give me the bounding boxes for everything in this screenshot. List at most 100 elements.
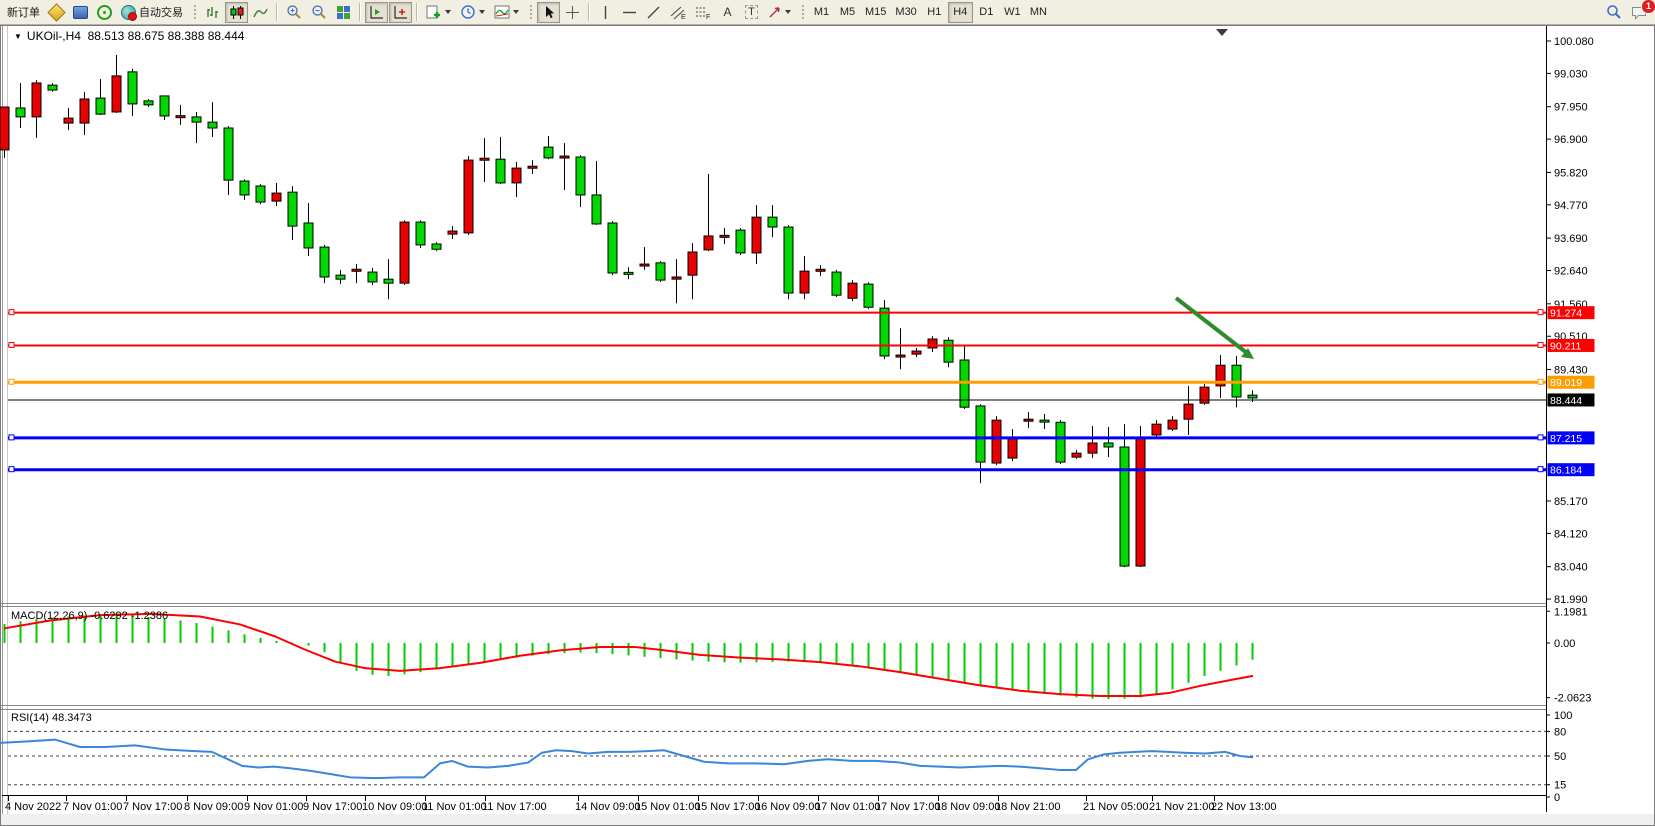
fibonacci-tool-button[interactable]: F bbox=[691, 2, 715, 23]
candle-body bbox=[656, 263, 665, 280]
new-order-label: 新订单 bbox=[7, 4, 40, 20]
candle-body bbox=[688, 252, 697, 275]
chevron-down-icon bbox=[445, 10, 451, 14]
vertical-line-tool-button[interactable] bbox=[594, 2, 617, 23]
candle-body bbox=[1152, 424, 1161, 435]
macd-tick-label: 1.1981 bbox=[1554, 606, 1588, 618]
zoom-in-button[interactable] bbox=[282, 2, 306, 23]
level-anchor-square[interactable] bbox=[9, 342, 14, 347]
chevron-down-icon bbox=[479, 10, 485, 14]
bar-chart-mode-button[interactable] bbox=[201, 2, 224, 23]
zoom-out-icon bbox=[311, 4, 327, 20]
text-label-tool-button[interactable]: T bbox=[740, 2, 763, 23]
new-order-button[interactable]: 新订单 bbox=[3, 2, 44, 23]
time-axis-label: 16 Nov 09:00 bbox=[755, 801, 820, 813]
chart-window: 100.08099.03097.95096.90095.82094.77093.… bbox=[0, 25, 1655, 826]
level-anchor-square[interactable] bbox=[1538, 435, 1543, 440]
autotrading-button[interactable]: 自动交易 bbox=[117, 2, 187, 23]
candle-body bbox=[720, 235, 729, 237]
cursor-icon bbox=[542, 5, 556, 20]
timeframe-mn-button[interactable]: MN bbox=[1026, 2, 1051, 23]
candle-body bbox=[1088, 443, 1097, 453]
tile-windows-button[interactable] bbox=[332, 2, 355, 23]
time-axis-label: 22 Nov 13:00 bbox=[1211, 801, 1276, 813]
time-axis-label: 8 Nov 09:00 bbox=[184, 801, 243, 813]
clock-icon bbox=[460, 4, 476, 20]
time-axis-label: 7 Nov 01:00 bbox=[63, 801, 122, 813]
indicators-button[interactable] bbox=[490, 2, 523, 23]
profiles-icon bbox=[47, 3, 65, 21]
rsi-tick-label: 0 bbox=[1554, 792, 1560, 804]
price-axis-chip-label: 86.184 bbox=[1550, 465, 1582, 477]
crosshair-tool-button[interactable] bbox=[561, 2, 584, 23]
time-axis-label: 10 Nov 09:00 bbox=[362, 801, 427, 813]
vertical-line-icon bbox=[599, 5, 612, 20]
timeframe-m5-button[interactable]: M5 bbox=[835, 2, 860, 23]
candlestick-mode-button[interactable] bbox=[225, 2, 248, 23]
level-anchor-square[interactable] bbox=[9, 435, 14, 440]
price-tick-label: 96.900 bbox=[1554, 134, 1588, 146]
navigator-button[interactable] bbox=[93, 2, 116, 23]
market-watch-button[interactable] bbox=[69, 2, 92, 23]
level-anchor-square[interactable] bbox=[1538, 310, 1543, 315]
arrows-tool-button[interactable] bbox=[764, 2, 795, 23]
time-axis-label: 17 Nov 01:00 bbox=[815, 801, 880, 813]
equidistant-channel-icon: E bbox=[670, 5, 686, 20]
candle-body bbox=[736, 230, 745, 253]
level-anchor-square[interactable] bbox=[1538, 467, 1543, 472]
market-watch-icon bbox=[73, 6, 88, 19]
toolbar: 新订单 自动交易 bbox=[0, 0, 1655, 25]
candle-body bbox=[208, 122, 217, 128]
auto-scroll-button[interactable] bbox=[365, 2, 388, 23]
timeframe-m15-button[interactable]: M15 bbox=[861, 2, 890, 23]
candle-body bbox=[1200, 387, 1209, 403]
candle-body bbox=[64, 118, 73, 123]
candle-body bbox=[608, 223, 617, 273]
timeframe-h1-button[interactable]: H1 bbox=[922, 2, 947, 23]
horizontal-line-tool-button[interactable] bbox=[618, 2, 641, 23]
candle-body bbox=[400, 222, 409, 283]
trendline-tool-button[interactable] bbox=[642, 2, 665, 23]
candle-body bbox=[944, 340, 953, 362]
price-tick-label: 84.120 bbox=[1554, 528, 1588, 540]
candle-body bbox=[1120, 447, 1129, 566]
new-chart-button[interactable] bbox=[422, 2, 455, 23]
notifications-button[interactable]: 1 bbox=[1627, 2, 1652, 23]
level-anchor-square[interactable] bbox=[1538, 342, 1543, 347]
timeframe-m1-button[interactable]: M1 bbox=[809, 2, 834, 23]
candle-body bbox=[1024, 419, 1033, 421]
profiles-button[interactable] bbox=[45, 2, 68, 23]
channel-tool-button[interactable]: E bbox=[666, 2, 690, 23]
level-anchor-square[interactable] bbox=[9, 310, 14, 315]
collapse-triangle-icon[interactable]: ▼ bbox=[14, 32, 22, 41]
timeframe-m30-button[interactable]: M30 bbox=[891, 2, 920, 23]
line-chart-icon bbox=[253, 5, 268, 20]
candle-body bbox=[480, 158, 489, 160]
candle-body bbox=[880, 308, 889, 356]
candle-body bbox=[832, 272, 841, 295]
periods-button[interactable] bbox=[456, 2, 489, 23]
candle-body bbox=[256, 186, 265, 202]
candle-body bbox=[416, 222, 425, 245]
toolbar-grip bbox=[528, 3, 532, 21]
line-chart-mode-button[interactable] bbox=[249, 2, 272, 23]
text-tool-button[interactable]: A bbox=[716, 2, 739, 23]
time-axis-label: 21 Nov 21:00 bbox=[1149, 801, 1214, 813]
candle-body bbox=[352, 269, 361, 271]
macd-indicator-label: MACD(12,26,9) -0.6292 -1.2386 bbox=[11, 610, 168, 622]
timeframe-w1-button[interactable]: W1 bbox=[1000, 2, 1025, 23]
price-tick-label: 93.690 bbox=[1554, 233, 1588, 245]
level-anchor-square[interactable] bbox=[1538, 379, 1543, 384]
price-tick-label: 92.640 bbox=[1554, 266, 1588, 278]
level-anchor-square[interactable] bbox=[9, 379, 14, 384]
timeframe-d1-button[interactable]: D1 bbox=[974, 2, 999, 23]
level-anchor-square[interactable] bbox=[9, 467, 14, 472]
search-button[interactable] bbox=[1602, 2, 1626, 23]
zoom-out-button[interactable] bbox=[307, 2, 331, 23]
candle-body bbox=[448, 231, 457, 234]
chart-shift-button[interactable] bbox=[389, 2, 412, 23]
chart-canvas[interactable]: 100.08099.03097.95096.90095.82094.77093.… bbox=[0, 25, 1655, 826]
candle-body bbox=[1248, 395, 1257, 398]
cursor-tool-button[interactable] bbox=[537, 2, 560, 23]
timeframe-h4-button[interactable]: H4 bbox=[948, 2, 973, 23]
